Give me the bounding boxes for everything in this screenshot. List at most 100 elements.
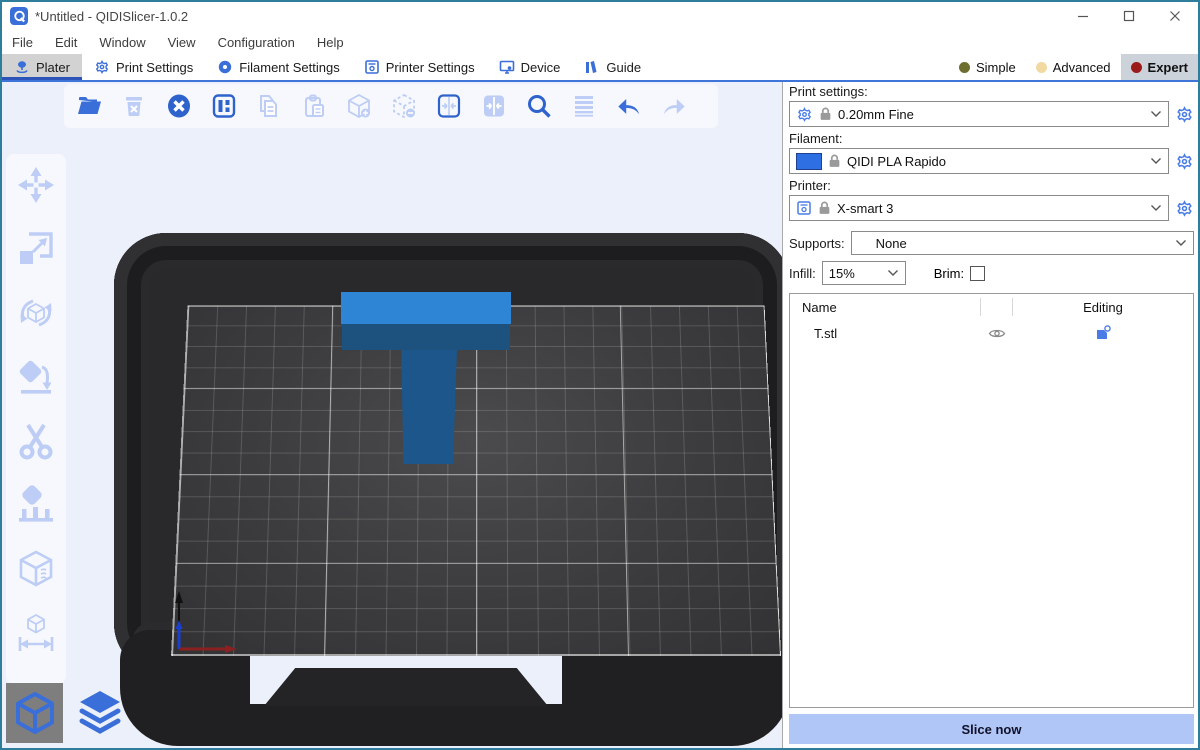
cube-icon	[12, 690, 58, 736]
filament-color-swatch	[796, 153, 822, 170]
chevron-down-icon	[1175, 239, 1187, 247]
object-list-row[interactable]: T.stl	[790, 320, 1193, 346]
tab-filament-settings[interactable]: Filament Settings	[205, 54, 351, 80]
measure-tool-button[interactable]	[15, 612, 57, 654]
print-bed-grid	[171, 306, 781, 656]
app-logo-icon	[10, 7, 28, 25]
simple-dot-icon	[959, 62, 970, 73]
filament-label: Filament:	[789, 131, 1194, 148]
tab-print-settings[interactable]: Print Settings	[82, 54, 205, 80]
mode-expert[interactable]: Expert	[1121, 54, 1198, 80]
tab-device[interactable]: Device	[487, 54, 573, 80]
tab-plater[interactable]: Plater	[2, 54, 82, 80]
scale-tool-button[interactable]	[15, 228, 57, 270]
printer-label: Printer:	[789, 178, 1194, 195]
printer-icon	[364, 59, 380, 75]
cut-tool-button[interactable]	[15, 420, 57, 462]
menu-help[interactable]: Help	[317, 35, 344, 50]
slice-now-button[interactable]: Slice now	[789, 714, 1194, 744]
model-t-crossbar-front[interactable]	[342, 324, 510, 350]
tab-label: Device	[521, 60, 561, 75]
filament-combo[interactable]: QIDI PLA Rapido	[789, 148, 1169, 174]
chevron-down-icon	[887, 269, 899, 277]
window-title: *Untitled - QIDISlicer-1.0.2	[35, 9, 1060, 24]
printer-icon	[796, 200, 812, 216]
tab-bar: Plater Print Settings Filament Settings …	[2, 54, 1198, 82]
paste-button[interactable]	[301, 93, 327, 119]
advanced-dot-icon	[1036, 62, 1047, 73]
filament-icon	[217, 59, 233, 75]
delete-button[interactable]	[121, 93, 147, 119]
minimize-button[interactable]	[1060, 2, 1106, 30]
menu-window[interactable]: Window	[99, 35, 145, 50]
object-name: T.stl	[790, 326, 981, 341]
filament-gear-button[interactable]	[1174, 151, 1194, 171]
top-toolbar	[64, 84, 718, 128]
delete-all-button[interactable]	[166, 93, 192, 119]
settings-panel: Print settings: 0.20mm Fine Filament: QI…	[783, 82, 1198, 748]
printer-combo[interactable]: X-smart 3	[789, 195, 1169, 221]
menu-edit[interactable]: Edit	[55, 35, 77, 50]
seam-painting-tool-button[interactable]	[15, 548, 57, 590]
mode-label: Advanced	[1053, 60, 1111, 75]
preview-layers-view-button[interactable]	[71, 683, 128, 743]
add-instance-button[interactable]	[346, 93, 372, 119]
place-on-face-tool-button[interactable]	[15, 356, 57, 398]
printer-gear-button[interactable]	[1174, 198, 1194, 218]
maximize-button[interactable]	[1106, 2, 1152, 30]
model-t-crossbar-top[interactable]	[341, 292, 511, 324]
supports-label: Supports:	[789, 236, 845, 251]
variable-layer-height-button[interactable]	[571, 93, 597, 119]
view-toggles	[6, 683, 128, 743]
paint-supports-tool-button[interactable]	[15, 484, 57, 526]
mode-simple[interactable]: Simple	[949, 54, 1026, 80]
search-button[interactable]	[526, 93, 552, 119]
chevron-down-icon	[1150, 157, 1162, 165]
3d-editor-view-button[interactable]	[6, 683, 63, 743]
print-settings-combo[interactable]: 0.20mm Fine	[789, 101, 1169, 127]
arrange-button[interactable]	[211, 93, 237, 119]
chevron-down-icon	[1150, 204, 1162, 212]
lock-icon	[828, 154, 841, 168]
mode-advanced[interactable]: Advanced	[1026, 54, 1121, 80]
edit-object-button[interactable]	[1013, 324, 1193, 342]
name-column-header: Name	[790, 298, 981, 316]
move-tool-button[interactable]	[15, 164, 57, 206]
left-toolbar	[6, 154, 66, 684]
open-file-button[interactable]	[76, 93, 102, 119]
infill-combo[interactable]: 15%	[822, 261, 906, 285]
mode-label: Expert	[1148, 60, 1188, 75]
mode-label: Simple	[976, 60, 1016, 75]
tab-label: Printer Settings	[386, 60, 475, 75]
visibility-toggle[interactable]	[981, 327, 1013, 340]
tab-printer-settings[interactable]: Printer Settings	[352, 54, 487, 80]
copy-button[interactable]	[256, 93, 282, 119]
supports-combo[interactable]: None	[851, 231, 1194, 255]
remove-instance-button[interactable]	[391, 93, 417, 119]
rotate-tool-button[interactable]	[15, 292, 57, 334]
app-window: *Untitled - QIDISlicer-1.0.2 File Edit W…	[0, 0, 1200, 750]
supports-value: None	[858, 236, 1175, 251]
build-plate-handle	[264, 668, 548, 706]
eye-icon	[988, 327, 1006, 340]
print-settings-gear-button[interactable]	[1174, 104, 1194, 124]
close-button[interactable]	[1152, 2, 1198, 30]
menu-bar: File Edit Window View Configuration Help	[2, 30, 1198, 54]
gear-icon	[94, 59, 110, 75]
undo-button[interactable]	[616, 93, 642, 119]
edit-settings-icon	[1094, 324, 1112, 342]
brim-checkbox[interactable]	[970, 266, 985, 281]
editing-column-header: Editing	[1013, 300, 1193, 315]
model-t-stem[interactable]	[400, 349, 457, 464]
visibility-column-header	[981, 298, 1013, 316]
menu-configuration[interactable]: Configuration	[218, 35, 295, 50]
menu-view[interactable]: View	[168, 35, 196, 50]
split-to-objects-button[interactable]	[436, 93, 462, 119]
3d-viewport[interactable]	[2, 82, 782, 748]
redo-button[interactable]	[661, 93, 687, 119]
split-to-parts-button[interactable]	[481, 93, 507, 119]
3d-scene	[2, 82, 782, 748]
gear-icon	[796, 106, 813, 123]
tab-guide[interactable]: Guide	[572, 54, 653, 80]
menu-file[interactable]: File	[12, 35, 33, 50]
